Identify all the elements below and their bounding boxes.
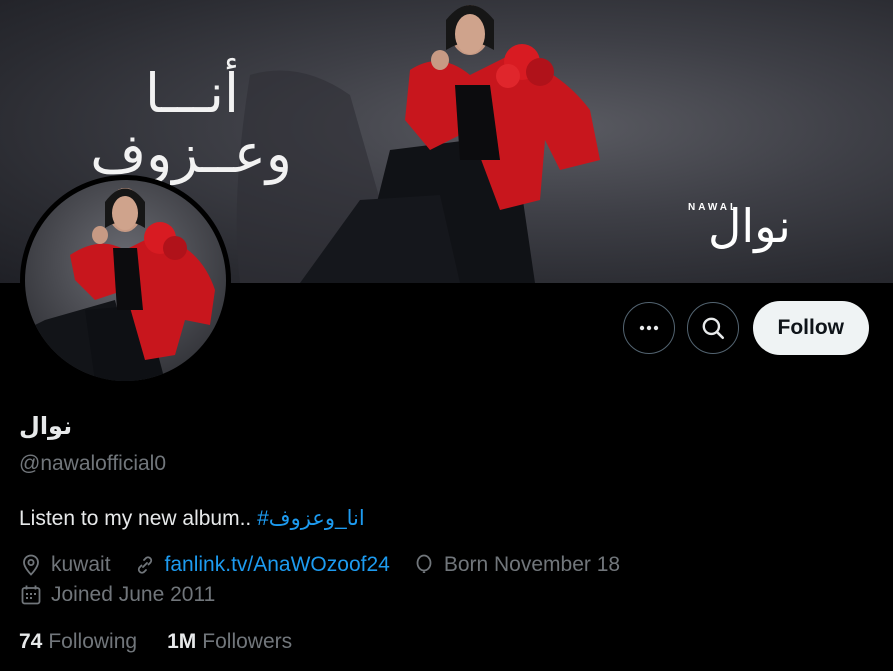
followers-count: 1M xyxy=(167,630,197,653)
more-horizontal-icon xyxy=(639,325,658,331)
profile-actions: Follow xyxy=(622,301,869,355)
bio-hashtag-link[interactable]: #انا_وعزوف xyxy=(257,507,365,530)
location-item: kuwait xyxy=(19,553,111,577)
followers-label: Followers xyxy=(202,630,293,653)
follow-stats: 74 Following 1M Followers xyxy=(19,630,322,654)
following-stat[interactable]: 74 Following xyxy=(19,630,137,654)
more-options-button[interactable] xyxy=(622,302,675,354)
banner-brand-arabic: نوال xyxy=(708,199,791,253)
birthday-item: Born November 18 xyxy=(412,553,620,577)
search-icon xyxy=(702,317,724,340)
profile-meta-row-2: Joined June 2011 xyxy=(19,583,237,607)
link-icon xyxy=(137,556,152,574)
website-link[interactable]: fanlink.tv/AnaWOzoof24 xyxy=(165,553,390,577)
profile-bio: Listen to my new album.. #انا_وعزوف xyxy=(19,506,365,531)
following-count: 74 xyxy=(19,630,43,653)
calendar-icon xyxy=(21,585,41,605)
following-label: Following xyxy=(48,630,138,653)
followers-stat[interactable]: 1M Followers xyxy=(167,630,292,654)
location-text: kuwait xyxy=(51,553,111,576)
location-pin-icon xyxy=(23,554,39,576)
user-handle: @nawalofficial0 xyxy=(19,452,167,475)
follow-button[interactable]: Follow xyxy=(752,301,869,355)
display-name: نوال xyxy=(19,413,73,440)
joined-text: Joined June 2011 xyxy=(51,583,216,606)
profile-meta-row-1: kuwait fanlink.tv/AnaWOzoof24 Born Novem… xyxy=(19,553,642,577)
banner-album-title: أنـــا وعــزوف xyxy=(90,62,292,185)
search-profile-button[interactable] xyxy=(686,302,739,354)
joined-item: Joined June 2011 xyxy=(19,583,215,607)
bio-text: Listen to my new album.. xyxy=(19,507,258,530)
profile-avatar[interactable] xyxy=(20,175,231,386)
website-item: fanlink.tv/AnaWOzoof24 xyxy=(133,553,390,577)
balloon-icon xyxy=(416,554,432,573)
avatar-photo xyxy=(25,180,226,381)
birthday-text: Born November 18 xyxy=(443,553,621,576)
